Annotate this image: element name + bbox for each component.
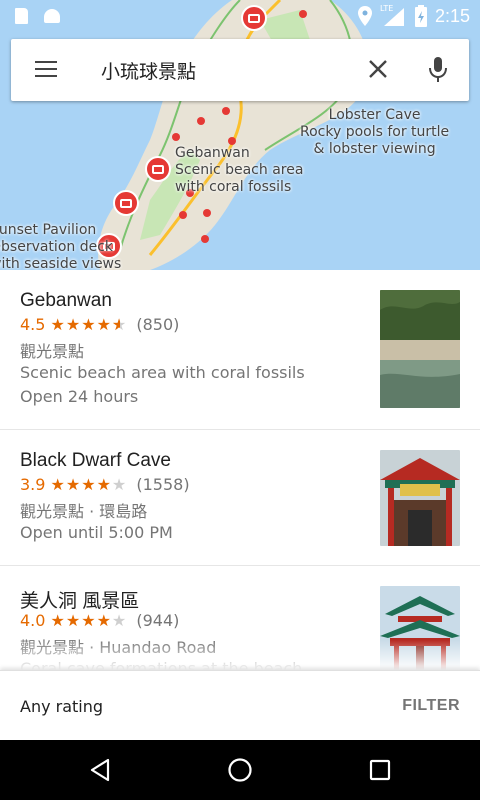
star-rating: ★★★★★★ [50, 315, 128, 334]
rating-value: 4.5 [20, 315, 46, 334]
search-query[interactable]: 小琉球景點 [101, 57, 196, 84]
filter-bar: Any rating FILTER [0, 670, 480, 741]
place-description: Coral cave formations at the beach [20, 659, 303, 670]
map-marker-gebanwan[interactable] [145, 156, 171, 182]
mic-icon[interactable] [429, 56, 447, 84]
place-description: Scenic beach area with coral fossils [20, 363, 305, 382]
place-title: Gebanwan [20, 290, 112, 311]
place-category: 觀光景點 · Huandao Road [20, 638, 217, 657]
review-count: (944) [136, 611, 180, 630]
map-label-line: & lobster viewing [313, 141, 436, 157]
map-marker-attraction[interactable] [113, 190, 139, 216]
android-icon [44, 9, 60, 23]
map-label-title: Lobster Cave [328, 107, 421, 123]
battery-charging-icon [415, 5, 427, 27]
review-count: (850) [136, 315, 180, 334]
map-label-line: Observation deck [0, 239, 114, 255]
recents-icon[interactable] [369, 759, 391, 781]
filter-button[interactable]: FILTER [402, 697, 460, 715]
home-icon[interactable] [227, 757, 253, 783]
rating-value: 3.9 [20, 475, 46, 494]
place-hours: Open until 5:00 PM [20, 523, 173, 542]
place-photo[interactable] [380, 450, 460, 546]
navigation-bar [0, 740, 480, 800]
map-label-line: Scenic beach area [175, 162, 304, 178]
rating-filter-button[interactable]: Any rating [20, 697, 103, 716]
rating-row: 3.9 ★★★★★ (1558) [20, 475, 190, 494]
back-icon[interactable] [88, 758, 112, 782]
list-item[interactable]: Black Dwarf Cave 3.9 ★★★★★ (1558) 觀光景點 ·… [0, 430, 480, 566]
signal-icon [384, 8, 404, 26]
list-item[interactable]: Gebanwan 4.5 ★★★★★★ (850) 觀光景點 Scenic be… [0, 270, 480, 430]
map-label-gebanwan: Gebanwan Scenic beach area with coral fo… [175, 145, 303, 196]
rating-row: 4.0 ★★★★★ (944) [20, 611, 179, 630]
results-list[interactable]: Gebanwan 4.5 ★★★★★★ (850) 觀光景點 Scenic be… [0, 270, 480, 670]
place-category: 觀光景點 · 環島路 [20, 502, 148, 521]
camera-icon [120, 198, 132, 208]
map-label-title: Gebanwan [175, 145, 250, 161]
map-label-sunset-pavilion: Sunset Pavilion Observation deck with se… [0, 222, 121, 270]
search-bar[interactable]: 小琉球景點 [11, 39, 469, 101]
close-icon[interactable] [367, 58, 389, 80]
map-label-line: with coral fossils [175, 179, 292, 195]
clock: 2:15 [434, 6, 470, 26]
location-icon [358, 6, 372, 26]
star-rating: ★★★★★ [50, 475, 128, 494]
map-label-title: Sunset Pavilion [0, 222, 97, 238]
map-label-lobster-cave: Lobster Cave Rocky pools for turtle & lo… [300, 107, 449, 158]
place-photo[interactable] [380, 290, 460, 408]
map-label-line: Rocky pools for turtle [300, 124, 450, 140]
place-title: Black Dwarf Cave [20, 450, 171, 471]
place-category: 觀光景點 [20, 342, 85, 361]
review-count: (1558) [136, 475, 190, 494]
sd-card-icon [15, 8, 28, 24]
rating-value: 4.0 [20, 611, 46, 630]
list-item[interactable]: 美人洞 風景區 4.0 ★★★★★ (944) 觀光景點 · Huandao R… [0, 566, 480, 670]
status-bar: LTE 2:15 [0, 0, 480, 32]
map-label-line: with seaside views [0, 256, 122, 270]
camera-icon [152, 164, 164, 174]
star-rating: ★★★★★ [50, 611, 128, 630]
place-photo[interactable] [380, 586, 460, 670]
place-title: 美人洞 風景區 [20, 591, 140, 612]
place-hours: Open 24 hours [20, 387, 139, 406]
rating-row: 4.5 ★★★★★★ (850) [20, 315, 179, 334]
menu-icon[interactable] [35, 61, 57, 77]
